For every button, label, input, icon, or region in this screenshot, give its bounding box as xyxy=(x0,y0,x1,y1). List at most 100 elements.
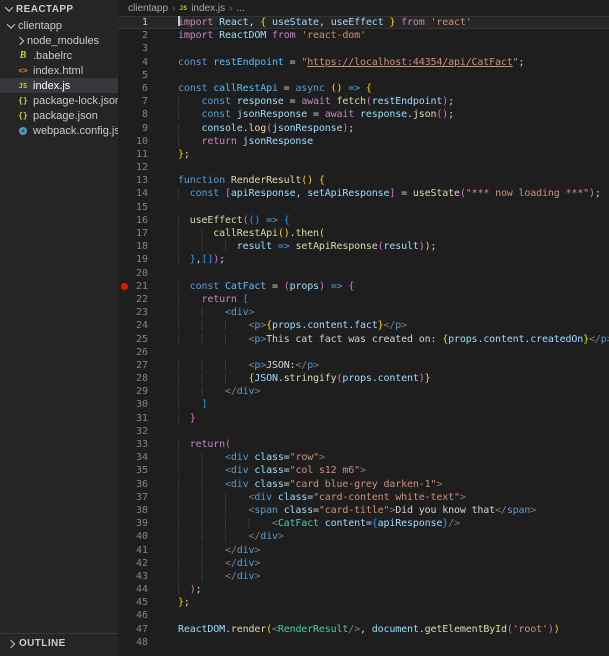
code-line-13[interactable]: 13function RenderResult() { xyxy=(118,174,609,187)
code-line-44[interactable]: 44 ); xyxy=(118,583,609,596)
gutter[interactable]: 1 xyxy=(118,16,163,29)
gutter[interactable]: 14 xyxy=(118,187,163,200)
gutter[interactable]: 5 xyxy=(118,69,163,82)
sidebar-item-package.json[interactable]: {}package.json xyxy=(0,108,118,123)
code-line-17[interactable]: 17 callRestApi().then( xyxy=(118,227,609,240)
gutter[interactable]: 18 xyxy=(118,240,163,253)
gutter[interactable]: 7 xyxy=(118,95,163,108)
breadcrumb-file[interactable]: index.js xyxy=(191,3,225,14)
gutter[interactable]: 32 xyxy=(118,425,163,438)
gutter[interactable]: 12 xyxy=(118,161,163,174)
sidebar-item-index.js[interactable]: JSindex.js xyxy=(0,78,118,93)
gutter[interactable]: 25 xyxy=(118,333,163,346)
code-line-5[interactable]: 5 xyxy=(118,69,609,82)
code-line-4[interactable]: 4const restEndpoint = "https://localhost… xyxy=(118,56,609,69)
code-line-34[interactable]: 34 <div class="row"> xyxy=(118,451,609,464)
code-line-38[interactable]: 38 <span class="card-title">Did you know… xyxy=(118,504,609,517)
code-line-18[interactable]: 18 result => setApiResponse(result)); xyxy=(118,240,609,253)
sidebar-item-package-lock.json[interactable]: {}package-lock.json xyxy=(0,93,118,108)
code-line-6[interactable]: 6const callRestApi = async () => { xyxy=(118,82,609,95)
gutter[interactable]: 37 xyxy=(118,491,163,504)
code-line-28[interactable]: 28 {JSON.stringify(props.content)} xyxy=(118,372,609,385)
code-line-1[interactable]: 1import React, { useState, useEffect } f… xyxy=(118,16,609,29)
gutter[interactable]: 15 xyxy=(118,201,163,214)
gutter[interactable]: 27 xyxy=(118,359,163,372)
code-line-45[interactable]: 45}; xyxy=(118,596,609,609)
gutter[interactable]: 38 xyxy=(118,504,163,517)
gutter[interactable]: 23 xyxy=(118,306,163,319)
code-line-21[interactable]: 21 const CatFact = (props) => { xyxy=(118,280,609,293)
code-line-9[interactable]: 9 console.log(jsonResponse); xyxy=(118,122,609,135)
gutter[interactable]: 4 xyxy=(118,56,163,69)
code-line-27[interactable]: 27 <p>JSON:</p> xyxy=(118,359,609,372)
gutter[interactable]: 36 xyxy=(118,478,163,491)
gutter[interactable]: 26 xyxy=(118,346,163,359)
code-line-25[interactable]: 25 <p>This cat fact was created on: {pro… xyxy=(118,333,609,346)
breakpoint-icon[interactable] xyxy=(118,283,131,290)
code-line-31[interactable]: 31 } xyxy=(118,412,609,425)
gutter[interactable]: 8 xyxy=(118,108,163,121)
code-line-26[interactable]: 26 xyxy=(118,346,609,359)
code-line-36[interactable]: 36 <div class="card blue-grey darken-1"> xyxy=(118,478,609,491)
code-line-22[interactable]: 22 return [ xyxy=(118,293,609,306)
gutter[interactable]: 48 xyxy=(118,636,163,649)
code-line-12[interactable]: 12 xyxy=(118,161,609,174)
code-line-11[interactable]: 11}; xyxy=(118,148,609,161)
code-line-14[interactable]: 14 const [apiResponse, setApiResponse] =… xyxy=(118,187,609,200)
gutter[interactable]: 3 xyxy=(118,42,163,55)
gutter[interactable]: 22 xyxy=(118,293,163,306)
sidebar-item-index.html[interactable]: <>index.html xyxy=(0,63,118,78)
sidebar-item-webpack.config.js[interactable]: webpack.config.js xyxy=(0,123,118,138)
code-line-8[interactable]: 8 const jsonResponse = await response.js… xyxy=(118,108,609,121)
sidebar-item-.babelrc[interactable]: B.babelrc xyxy=(0,48,118,63)
gutter[interactable]: 33 xyxy=(118,438,163,451)
gutter[interactable]: 9 xyxy=(118,122,163,135)
gutter[interactable]: 44 xyxy=(118,583,163,596)
code-line-47[interactable]: 47ReactDOM.render(<RenderResult/>, docum… xyxy=(118,623,609,636)
gutter[interactable]: 35 xyxy=(118,464,163,477)
code-line-35[interactable]: 35 <div class="col s12 m6"> xyxy=(118,464,609,477)
code-line-32[interactable]: 32 xyxy=(118,425,609,438)
outline-section-header[interactable]: OUTLINE xyxy=(0,633,118,653)
gutter[interactable]: 39 xyxy=(118,517,163,530)
code-line-48[interactable]: 48 xyxy=(118,636,609,649)
code-line-41[interactable]: 41 </div> xyxy=(118,544,609,557)
code-line-2[interactable]: 2import ReactDOM from 'react-dom' xyxy=(118,29,609,42)
code-line-30[interactable]: 30 ] xyxy=(118,398,609,411)
gutter[interactable]: 20 xyxy=(118,267,163,280)
gutter[interactable]: 17 xyxy=(118,227,163,240)
gutter[interactable]: 19 xyxy=(118,253,163,266)
gutter[interactable]: 31 xyxy=(118,412,163,425)
gutter[interactable]: 13 xyxy=(118,174,163,187)
code-line-29[interactable]: 29 </div> xyxy=(118,385,609,398)
code-line-23[interactable]: 23 <div> xyxy=(118,306,609,319)
code-line-40[interactable]: 40 </div> xyxy=(118,530,609,543)
code-line-42[interactable]: 42 </div> xyxy=(118,557,609,570)
gutter[interactable]: 24 xyxy=(118,319,163,332)
gutter[interactable]: 11 xyxy=(118,148,163,161)
breadcrumb-symbol[interactable]: ... xyxy=(236,3,244,14)
gutter[interactable]: 47 xyxy=(118,623,163,636)
code-line-20[interactable]: 20 xyxy=(118,267,609,280)
code-line-19[interactable]: 19 },[]); xyxy=(118,253,609,266)
code-line-7[interactable]: 7 const response = await fetch(restEndpo… xyxy=(118,95,609,108)
gutter[interactable]: 34 xyxy=(118,451,163,464)
code-line-3[interactable]: 3 xyxy=(118,42,609,55)
code-line-39[interactable]: 39 <CatFact content={apiResponse}/> xyxy=(118,517,609,530)
gutter[interactable]: 29 xyxy=(118,385,163,398)
gutter[interactable]: 2 xyxy=(118,29,163,42)
code-line-15[interactable]: 15 xyxy=(118,201,609,214)
gutter[interactable]: 46 xyxy=(118,609,163,622)
code-line-16[interactable]: 16 useEffect(() => { xyxy=(118,214,609,227)
code-line-10[interactable]: 10 return jsonResponse xyxy=(118,135,609,148)
code-line-37[interactable]: 37 <div class="card-content white-text"> xyxy=(118,491,609,504)
code-line-46[interactable]: 46 xyxy=(118,609,609,622)
gutter[interactable]: 43 xyxy=(118,570,163,583)
code-line-24[interactable]: 24 <p>{props.content.fact}</p> xyxy=(118,319,609,332)
breadcrumb-folder[interactable]: clientapp xyxy=(128,3,168,14)
sidebar-item-clientapp[interactable]: clientapp xyxy=(0,18,118,33)
gutter[interactable]: 45 xyxy=(118,596,163,609)
gutter[interactable]: 28 xyxy=(118,372,163,385)
gutter[interactable]: 41 xyxy=(118,544,163,557)
gutter[interactable]: 40 xyxy=(118,530,163,543)
